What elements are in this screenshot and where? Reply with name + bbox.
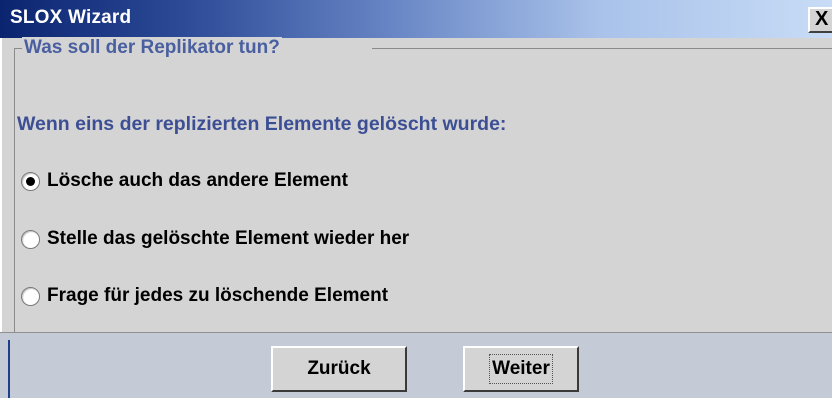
button-bar (0, 332, 832, 398)
radio-label[interactable]: Lösche auch das andere Element (47, 170, 348, 192)
group-border-left (14, 48, 15, 332)
radio-button-selected[interactable] (21, 171, 40, 191)
radio-button[interactable] (21, 229, 40, 249)
radio-option-delete-other[interactable]: Lösche auch das andere Element (21, 168, 348, 194)
radio-option-ask-each[interactable]: Frage für jedes zu löschende Element (21, 283, 388, 309)
question-label: Wenn eins der replizierten Elemente gelö… (17, 113, 507, 135)
radio-option-restore-deleted[interactable]: Stelle das gelöschte Element wieder her (21, 226, 409, 252)
radio-label[interactable]: Stelle das gelöschte Element wieder her (47, 228, 409, 250)
window-title: SLOX Wizard (10, 7, 132, 28)
close-icon: X (815, 8, 829, 30)
next-button-label: Weiter (489, 354, 553, 384)
button-bar-accent (8, 340, 10, 398)
back-button-label: Zurück (307, 358, 371, 379)
group-border-top-left (14, 48, 22, 49)
radio-button[interactable] (21, 286, 40, 306)
wizard-window: SLOX Wizard X Was soll der Replikator tu… (0, 0, 832, 398)
close-button[interactable]: X (808, 7, 832, 33)
group-title: Was soll der Replikator tun? (22, 37, 282, 59)
next-button[interactable]: Weiter (463, 346, 579, 392)
radio-selected-dot (26, 176, 35, 186)
group-border-top-right (372, 48, 832, 49)
back-button[interactable]: Zurück (271, 346, 407, 392)
radio-label[interactable]: Frage für jedes zu löschende Element (47, 285, 388, 307)
title-bar[interactable]: SLOX Wizard X (0, 0, 832, 38)
